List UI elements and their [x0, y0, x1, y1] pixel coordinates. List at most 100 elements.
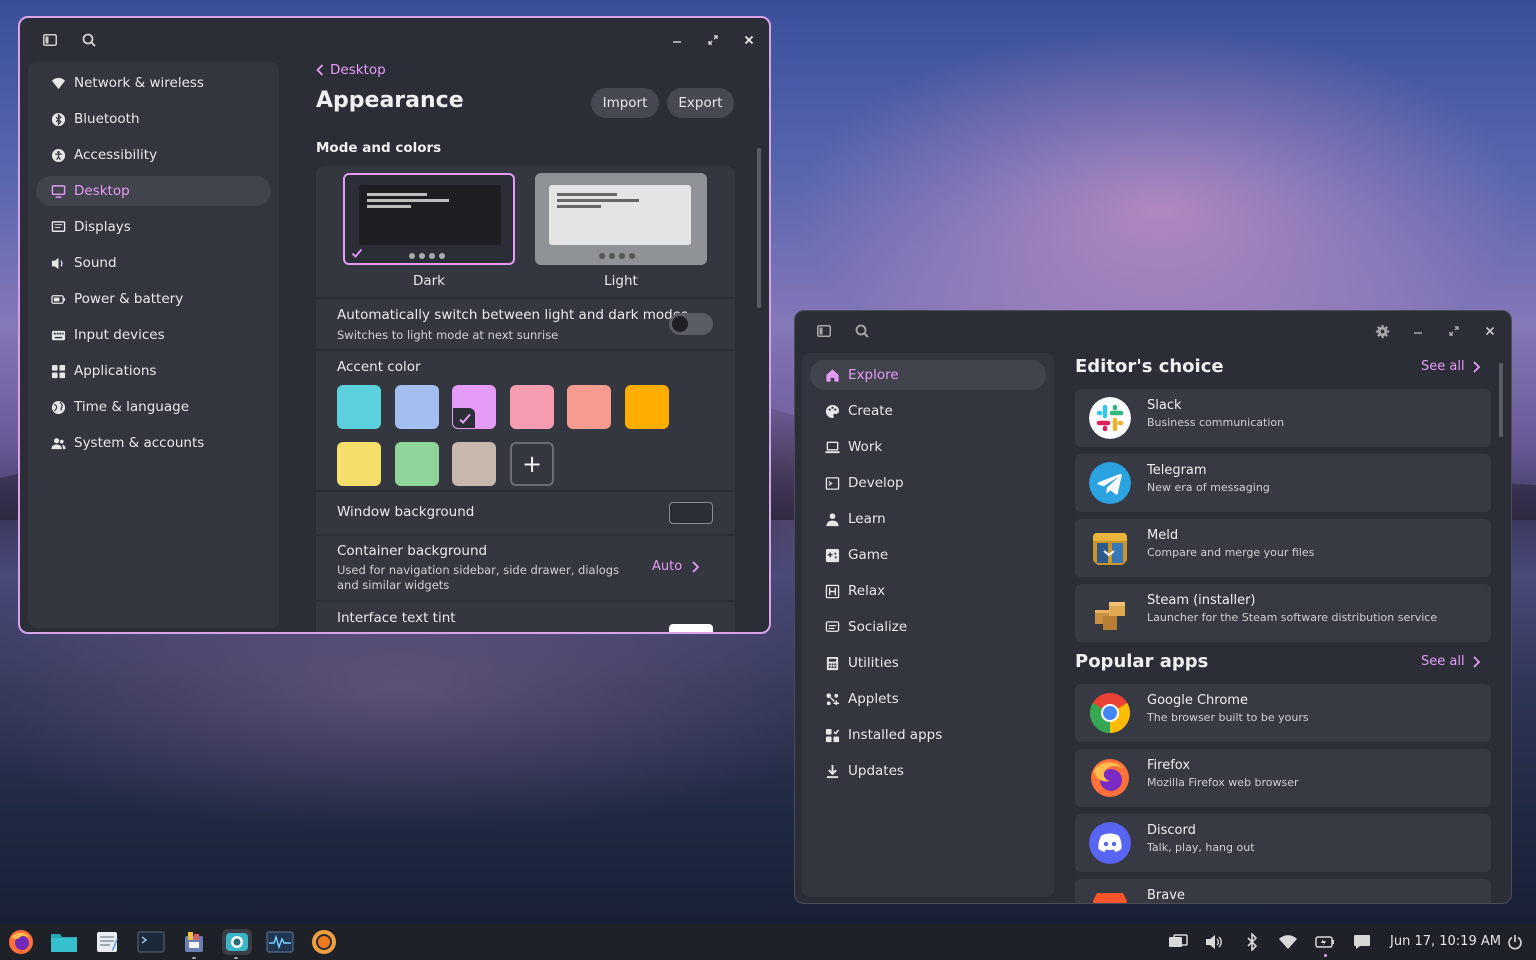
app-card[interactable]: Google Chrome The browser built to be you…	[1075, 684, 1491, 742]
sound-icon	[50, 255, 66, 271]
sidebar-item-label: Desktop	[74, 183, 130, 199]
accent-color-swatch[interactable]	[394, 385, 439, 429]
store-nav-installed-apps[interactable]: Installed apps	[810, 720, 1046, 750]
store-nav-socialize[interactable]: Socialize	[810, 612, 1046, 642]
settings-titlebar[interactable]	[20, 18, 769, 62]
container-background-row[interactable]: Container background Used for navigation…	[316, 536, 735, 600]
relax-icon	[824, 583, 840, 599]
maximize-icon[interactable]	[1442, 319, 1466, 343]
close-icon[interactable]	[1478, 319, 1502, 343]
text-tint-color-button[interactable]	[669, 624, 713, 632]
sidebar-item-sound[interactable]: Sound	[36, 248, 271, 278]
displays-tray-icon[interactable]	[1168, 932, 1188, 952]
accent-color-swatch[interactable]	[624, 385, 669, 429]
files-icon[interactable]	[50, 929, 78, 955]
bluetooth-icon[interactable]	[1242, 932, 1262, 952]
sidebar-item-applications[interactable]: Applications	[36, 356, 271, 386]
sidebar-item-time-language[interactable]: Time & language	[36, 392, 271, 422]
store-nav-utilities[interactable]: Utilities	[810, 648, 1046, 678]
app-card[interactable]: Brave	[1075, 879, 1491, 903]
minimize-icon[interactable]	[1406, 319, 1430, 343]
store-nav-work[interactable]: Work	[810, 432, 1046, 462]
dark-mode-option[interactable]	[343, 173, 515, 265]
app-card[interactable]: Discord Talk, play, hang out	[1075, 814, 1491, 872]
store-nav-explore[interactable]: Explore	[810, 360, 1046, 390]
sidebar-item-label: Network & wireless	[74, 75, 204, 91]
store-nav-updates[interactable]: Updates	[810, 756, 1046, 786]
sidebar-item-system-accounts[interactable]: System & accounts	[36, 428, 271, 458]
wifi-icon[interactable]	[1278, 932, 1298, 952]
chevron-right-icon	[1472, 655, 1480, 668]
app-card[interactable]: Meld Compare and merge your files	[1075, 519, 1491, 577]
accent-color-swatch[interactable]	[567, 385, 611, 429]
store-nav-learn[interactable]: Learn	[810, 504, 1046, 534]
auto-switch-toggle[interactable]	[669, 313, 713, 335]
editors-choice-see-all[interactable]: See all	[1421, 359, 1480, 374]
popular-apps-see-all[interactable]: See all	[1421, 654, 1480, 669]
accent-color-row: Accent color +	[316, 351, 735, 490]
desktop-icon	[50, 183, 66, 199]
store-nav-create[interactable]: Create	[810, 396, 1046, 426]
camera-icon[interactable]	[222, 929, 252, 959]
light-mode-option[interactable]	[535, 173, 707, 265]
export-button[interactable]: Export	[667, 88, 734, 118]
store-nav-develop[interactable]: Develop	[810, 468, 1046, 498]
store-nav-applets[interactable]: Applets	[810, 684, 1046, 714]
accent-color-swatch[interactable]	[337, 442, 381, 486]
sidebar-item-input-devices[interactable]: Input devices	[36, 320, 271, 350]
minimize-icon[interactable]	[665, 28, 689, 52]
music-icon[interactable]	[310, 929, 338, 955]
add-color-button[interactable]: +	[510, 442, 554, 486]
volume-icon[interactable]	[1204, 932, 1224, 952]
accent-color-title: Accent color	[337, 359, 421, 375]
app-card[interactable]: Telegram New era of messaging	[1075, 454, 1491, 512]
store-nav-label: Installed apps	[848, 727, 943, 743]
store-scrollbar[interactable]	[1499, 363, 1503, 437]
light-mode-label: Light	[604, 273, 638, 289]
accent-color-swatch[interactable]	[452, 385, 496, 429]
search-icon[interactable]	[77, 28, 101, 52]
app-description: Launcher for the Steam software distribu…	[1147, 611, 1438, 624]
settings-scrollbar[interactable]	[757, 148, 761, 308]
battery-icon[interactable]	[1315, 932, 1335, 957]
container-background-value[interactable]: Auto	[652, 559, 700, 574]
firefox-icon[interactable]	[7, 929, 35, 955]
window-background-color-button[interactable]	[669, 502, 713, 524]
gear-icon[interactable]	[1370, 319, 1394, 343]
palette-icon	[824, 403, 840, 419]
notifications-icon[interactable]	[1352, 932, 1372, 952]
import-button[interactable]: Import	[591, 88, 659, 118]
sidebar-item-label: Power & battery	[74, 291, 184, 307]
text-editor-icon[interactable]	[93, 929, 121, 955]
system-monitor-icon[interactable]	[266, 929, 294, 955]
power-icon[interactable]	[1505, 932, 1525, 952]
sidebar-item-displays[interactable]: Displays	[36, 212, 271, 242]
accent-color-swatch[interactable]	[452, 442, 496, 486]
settings-sidebar: Network & wireless Bluetooth Accessibility…	[28, 62, 279, 628]
store-titlebar[interactable]	[795, 311, 1511, 355]
sidebar-toggle-icon[interactable]	[38, 28, 62, 52]
sidebar-item-network-wireless[interactable]: Network & wireless	[36, 68, 271, 98]
auto-switch-row: Automatically switch between light and d…	[316, 299, 735, 349]
store-icon[interactable]	[180, 929, 208, 959]
maximize-icon[interactable]	[701, 28, 725, 52]
clock[interactable]: Jun 17, 10:19 AM	[1390, 934, 1501, 949]
store-nav-relax[interactable]: Relax	[810, 576, 1046, 606]
app-name: Discord	[1147, 823, 1196, 838]
app-card[interactable]: Slack Business communication	[1075, 389, 1491, 447]
back-link[interactable]: Desktop	[316, 62, 386, 78]
app-card[interactable]: Firefox Mozilla Firefox web browser	[1075, 749, 1491, 807]
sidebar-item-desktop[interactable]: Desktop	[36, 176, 271, 206]
store-nav-game[interactable]: Game	[810, 540, 1046, 570]
accent-color-swatch[interactable]	[509, 385, 554, 429]
sidebar-item-power-battery[interactable]: Power & battery	[36, 284, 271, 314]
sidebar-toggle-icon[interactable]	[812, 319, 836, 343]
terminal-icon[interactable]	[137, 929, 165, 955]
sidebar-item-bluetooth[interactable]: Bluetooth	[36, 104, 271, 134]
accent-color-swatch[interactable]	[394, 442, 439, 486]
accent-color-swatch[interactable]	[337, 385, 381, 429]
close-icon[interactable]	[737, 28, 761, 52]
search-icon[interactable]	[850, 319, 874, 343]
sidebar-item-accessibility[interactable]: Accessibility	[36, 140, 271, 170]
app-card[interactable]: Steam (installer) Launcher for the Steam …	[1075, 584, 1491, 642]
